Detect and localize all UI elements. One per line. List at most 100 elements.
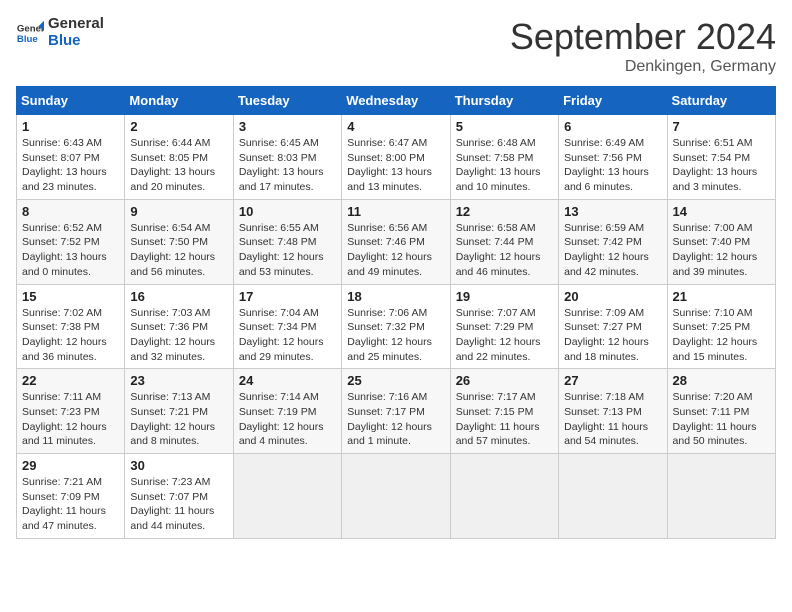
day-number: 21 [673,289,770,304]
calendar-cell: 24 Sunrise: 7:14 AMSunset: 7:19 PMDayligh… [233,369,341,454]
month-title: September 2024 [510,16,776,58]
week-row-5: 29 Sunrise: 7:21 AMSunset: 7:09 PMDayligh… [17,454,776,539]
day-number: 2 [130,119,227,134]
day-number: 9 [130,204,227,219]
day-number: 13 [564,204,661,219]
calendar-cell [342,454,450,539]
day-number: 11 [347,204,444,219]
calendar-cell: 9Sunrise: 6:54 AMSunset: 7:50 PMDaylight… [125,199,233,284]
day-info: Sunrise: 7:04 AMSunset: 7:34 PMDaylight:… [239,306,336,365]
day-number: 6 [564,119,661,134]
day-info: Sunrise: 6:55 AMSunset: 7:48 PMDaylight:… [239,221,336,280]
calendar-cell: 23 Sunrise: 7:13 AMSunset: 7:21 PMDayligh… [125,369,233,454]
column-header-tuesday: Tuesday [233,87,341,115]
calendar-cell: 28 Sunrise: 7:20 AMSunset: 7:11 PMDayligh… [667,369,775,454]
calendar-cell: 26 Sunrise: 7:17 AMSunset: 7:15 PMDayligh… [450,369,558,454]
day-number: 7 [673,119,770,134]
day-number: 26 [456,373,553,388]
calendar-cell: 4Sunrise: 6:47 AMSunset: 8:00 PMDaylight… [342,115,450,200]
day-info: Sunrise: 6:52 AMSunset: 7:52 PMDaylight:… [22,221,119,280]
day-number: 27 [564,373,661,388]
calendar-cell: 8 Sunrise: 6:52 AMSunset: 7:52 PMDaylight… [17,199,125,284]
logo-icon: General Blue [16,19,44,47]
calendar-cell: 21 Sunrise: 7:10 AMSunset: 7:25 PMDayligh… [667,284,775,369]
calendar-cell: 20Sunrise: 7:09 AMSunset: 7:27 PMDayligh… [559,284,667,369]
day-number: 15 [22,289,119,304]
logo-general-text: General [48,16,104,33]
calendar-cell: 6 Sunrise: 6:49 AMSunset: 7:56 PMDaylight… [559,115,667,200]
calendar-cell: 19 Sunrise: 7:07 AMSunset: 7:29 PMDayligh… [450,284,558,369]
calendar-cell: 13 Sunrise: 6:59 AMSunset: 7:42 PMDayligh… [559,199,667,284]
day-info: Sunrise: 7:17 AMSunset: 7:15 PMDaylight:… [456,390,553,449]
day-number: 10 [239,204,336,219]
day-info: Sunrise: 7:13 AMSunset: 7:21 PMDaylight:… [130,390,227,449]
week-row-2: 8 Sunrise: 6:52 AMSunset: 7:52 PMDaylight… [17,199,776,284]
day-info: Sunrise: 6:45 AMSunset: 8:03 PMDaylight:… [239,136,336,195]
day-number: 8 [22,204,119,219]
day-info: Sunrise: 6:43 AMSunset: 8:07 PMDaylight:… [22,136,119,195]
week-row-3: 15 Sunrise: 7:02 AMSunset: 7:38 PMDayligh… [17,284,776,369]
calendar-cell [559,454,667,539]
day-number: 28 [673,373,770,388]
day-info: Sunrise: 7:16 AMSunset: 7:17 PMDaylight:… [347,390,444,449]
day-info: Sunrise: 6:58 AMSunset: 7:44 PMDaylight:… [456,221,553,280]
calendar-cell: 29 Sunrise: 7:21 AMSunset: 7:09 PMDayligh… [17,454,125,539]
day-number: 18 [347,289,444,304]
calendar-cell: 15 Sunrise: 7:02 AMSunset: 7:38 PMDayligh… [17,284,125,369]
calendar-cell [450,454,558,539]
day-number: 3 [239,119,336,134]
day-number: 29 [22,458,119,473]
week-row-4: 22Sunrise: 7:11 AMSunset: 7:23 PMDayligh… [17,369,776,454]
calendar-cell: 3 Sunrise: 6:45 AMSunset: 8:03 PMDaylight… [233,115,341,200]
calendar-cell: 30 Sunrise: 7:23 AMSunset: 7:07 PMDayligh… [125,454,233,539]
day-info: Sunrise: 7:10 AMSunset: 7:25 PMDaylight:… [673,306,770,365]
week-row-1: 1 Sunrise: 6:43 AMSunset: 8:07 PMDaylight… [17,115,776,200]
day-number: 1 [22,119,119,134]
location-title: Denkingen, Germany [510,58,776,76]
day-info: Sunrise: 7:18 AMSunset: 7:13 PMDaylight:… [564,390,661,449]
day-info: Sunrise: 7:14 AMSunset: 7:19 PMDaylight:… [239,390,336,449]
calendar-cell: 17Sunrise: 7:04 AMSunset: 7:34 PMDayligh… [233,284,341,369]
column-header-sunday: Sunday [17,87,125,115]
calendar-cell: 11 Sunrise: 6:56 AMSunset: 7:46 PMDayligh… [342,199,450,284]
day-info: Sunrise: 6:44 AMSunset: 8:05 PMDaylight:… [130,136,227,195]
day-info: Sunrise: 7:21 AMSunset: 7:09 PMDaylight:… [22,475,119,534]
day-info: Sunrise: 7:09 AMSunset: 7:27 PMDaylight:… [564,306,661,365]
calendar-cell: 1 Sunrise: 6:43 AMSunset: 8:07 PMDaylight… [17,115,125,200]
logo: General Blue General Blue [16,16,104,49]
calendar-cell: 12 Sunrise: 6:58 AMSunset: 7:44 PMDayligh… [450,199,558,284]
day-info: Sunrise: 7:20 AMSunset: 7:11 PMDaylight:… [673,390,770,449]
day-info: Sunrise: 7:23 AMSunset: 7:07 PMDaylight:… [130,475,227,534]
calendar-cell: 14Sunrise: 7:00 AMSunset: 7:40 PMDayligh… [667,199,775,284]
calendar-cell: 2 Sunrise: 6:44 AMSunset: 8:05 PMDaylight… [125,115,233,200]
day-number: 16 [130,289,227,304]
calendar-cell: 25 Sunrise: 7:16 AMSunset: 7:17 PMDayligh… [342,369,450,454]
calendar-cell: 27 Sunrise: 7:18 AMSunset: 7:13 PMDayligh… [559,369,667,454]
day-info: Sunrise: 7:02 AMSunset: 7:38 PMDaylight:… [22,306,119,365]
day-number: 25 [347,373,444,388]
day-number: 4 [347,119,444,134]
column-header-saturday: Saturday [667,87,775,115]
day-info: Sunrise: 6:59 AMSunset: 7:42 PMDaylight:… [564,221,661,280]
day-number: 12 [456,204,553,219]
day-number: 23 [130,373,227,388]
logo-blue-text: Blue [48,33,104,50]
day-info: Sunrise: 7:07 AMSunset: 7:29 PMDaylight:… [456,306,553,365]
day-info: Sunrise: 7:06 AMSunset: 7:32 PMDaylight:… [347,306,444,365]
column-header-monday: Monday [125,87,233,115]
calendar-cell [233,454,341,539]
day-number: 24 [239,373,336,388]
day-info: Sunrise: 7:11 AMSunset: 7:23 PMDaylight:… [22,390,119,449]
day-info: Sunrise: 7:03 AMSunset: 7:36 PMDaylight:… [130,306,227,365]
calendar-cell: 18 Sunrise: 7:06 AMSunset: 7:32 PMDayligh… [342,284,450,369]
title-area: September 2024 Denkingen, Germany [510,16,776,76]
day-info: Sunrise: 6:49 AMSunset: 7:56 PMDaylight:… [564,136,661,195]
day-info: Sunrise: 6:48 AMSunset: 7:58 PMDaylight:… [456,136,553,195]
day-info: Sunrise: 6:56 AMSunset: 7:46 PMDaylight:… [347,221,444,280]
day-number: 30 [130,458,227,473]
column-header-row: SundayMondayTuesdayWednesdayThursdayFrid… [17,87,776,115]
day-number: 19 [456,289,553,304]
day-number: 5 [456,119,553,134]
day-info: Sunrise: 7:00 AMSunset: 7:40 PMDaylight:… [673,221,770,280]
calendar-cell: 22Sunrise: 7:11 AMSunset: 7:23 PMDayligh… [17,369,125,454]
